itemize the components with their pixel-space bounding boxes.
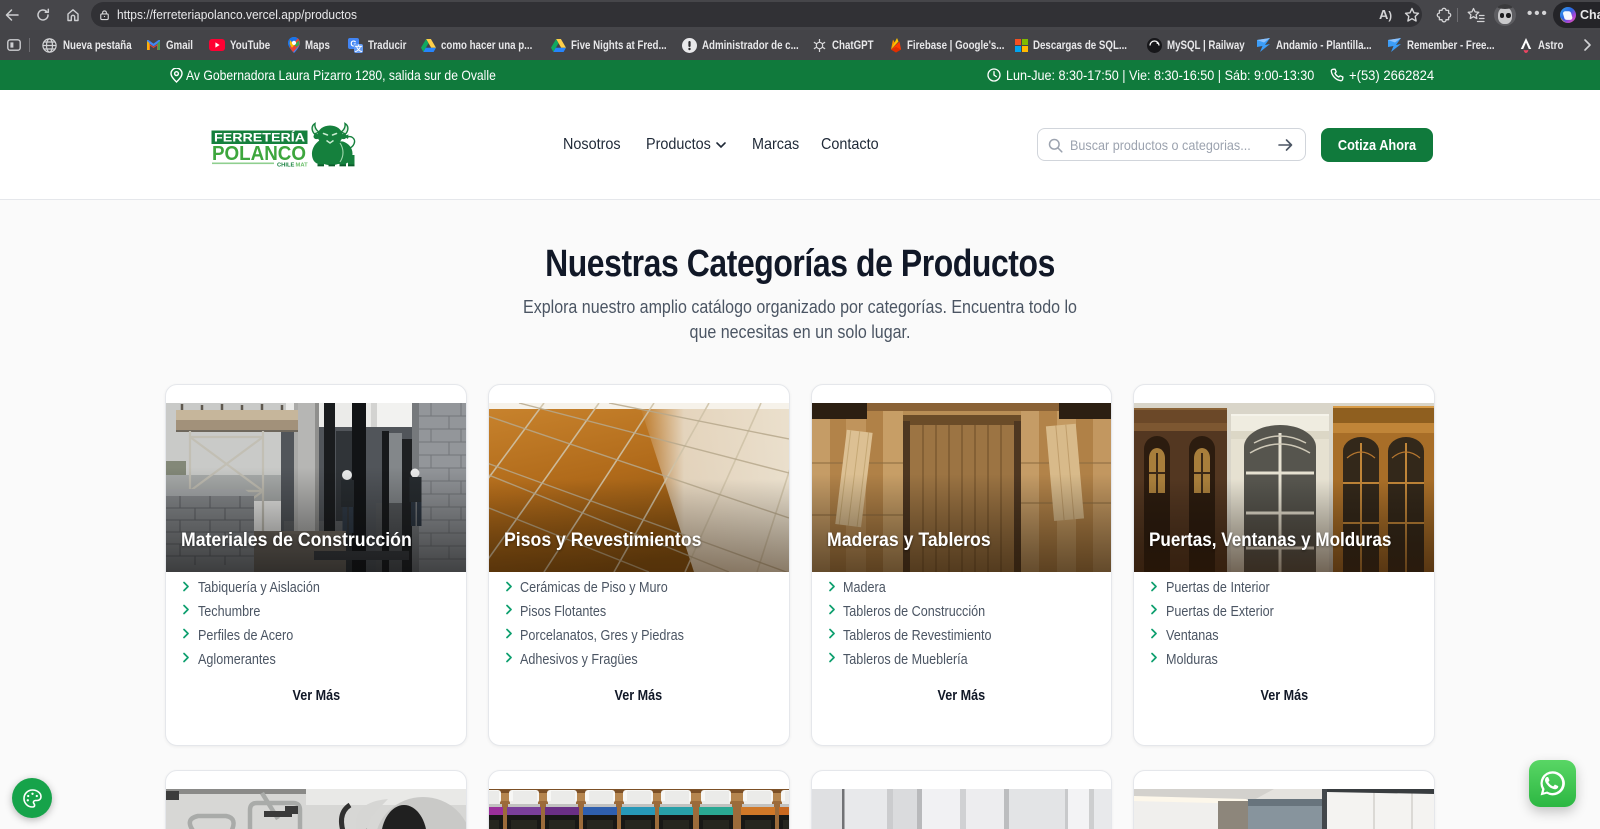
svg-text:文: 文 <box>355 43 363 53</box>
svg-text:CHILE: CHILE <box>277 163 295 169</box>
svg-text:MAT: MAT <box>296 163 309 169</box>
svg-text:POLANCO: POLANCO <box>212 143 306 165</box>
